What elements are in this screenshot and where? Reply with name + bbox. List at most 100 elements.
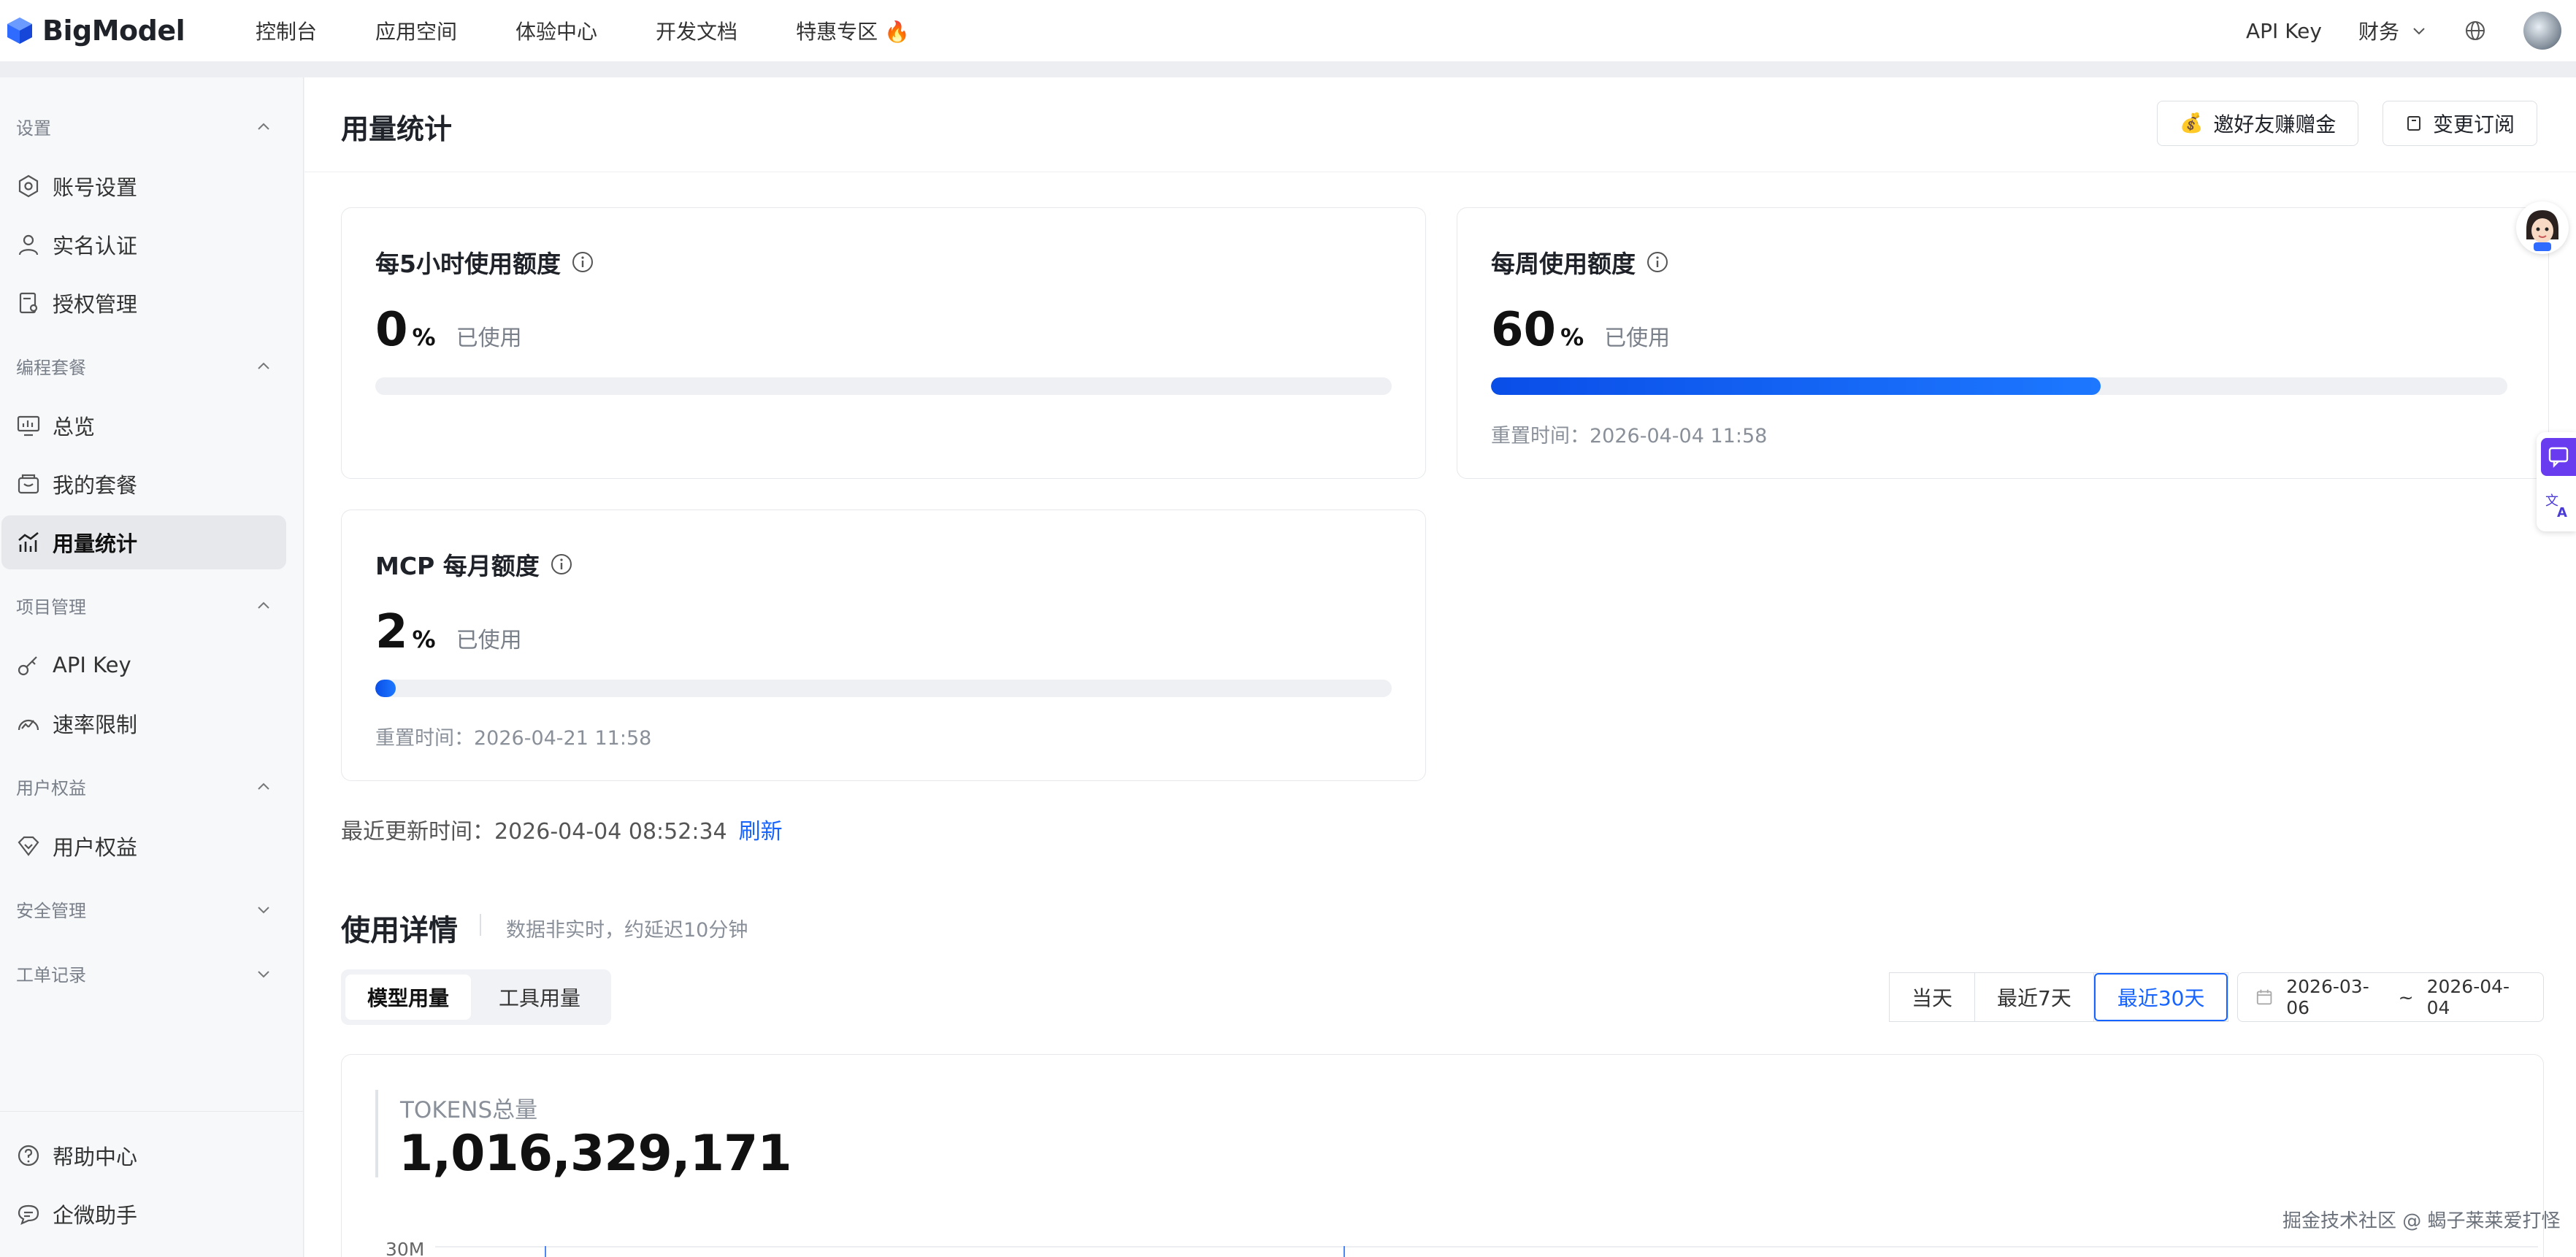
nav-deals[interactable]: 特惠专区 🔥 [796, 16, 910, 45]
section-title: 项目管理 [16, 597, 86, 618]
assistant-avatar[interactable] [2516, 201, 2569, 254]
hexagon-settings-icon [18, 174, 39, 198]
section-title: 工单记录 [16, 965, 86, 985]
assistant-face-icon [2518, 203, 2567, 253]
globe-icon[interactable] [2464, 19, 2487, 42]
feedback-icon [2548, 447, 2569, 468]
sidebar-section-settings[interactable]: 设置 [16, 114, 272, 139]
quota-card-title: 每5小时使用额度 [375, 245, 594, 280]
top-bar: BigModel 控制台 应用空间 体验中心 开发文档 特惠专区 🔥 API K… [0, 0, 2576, 61]
sidebar-section-security[interactable]: 安全管理 [16, 896, 272, 922]
brand-name: BigModel [42, 15, 185, 47]
card-title-text: 每5小时使用额度 [375, 250, 561, 278]
used-label: 已使用 [456, 326, 522, 351]
sidebar-item-user-benefits[interactable]: 用户权益 [1, 819, 286, 873]
sidebar-item-my-plan[interactable]: 我的套餐 [1, 457, 286, 511]
sidebar-item-label: 速率限制 [53, 712, 138, 737]
user-avatar[interactable] [2523, 12, 2561, 50]
sidebar-item-authorization[interactable]: 授权管理 [1, 276, 286, 330]
sidebar-item-overview[interactable]: 总览 [1, 399, 286, 453]
nav-experience[interactable]: 体验中心 [515, 16, 597, 45]
card-title-text: MCP 每月额度 [375, 552, 540, 580]
progress-bar [375, 377, 1392, 395]
sidebar-item-label: 我的套餐 [53, 473, 138, 498]
sidebar-section-tickets[interactable]: 工单记录 [16, 961, 272, 986]
finance-menu[interactable]: 财务 [2358, 16, 2427, 45]
monitor-chart-icon [17, 415, 40, 437]
section-title: 设置 [16, 118, 51, 139]
change-subscription-button[interactable]: 变更订阅 [2383, 101, 2538, 146]
chevron-down-icon [2413, 28, 2425, 35]
info-icon[interactable] [571, 250, 594, 274]
tab-model-usage[interactable]: 模型用量 [345, 975, 472, 1020]
last-updated-text: 最近更新时间：2026-04-04 08:52:34 [341, 819, 727, 845]
date-range-picker[interactable]: 2026-03-06 ~ 2026-04-04 [2237, 972, 2544, 1022]
card-title-text: 每周使用额度 [1491, 250, 1636, 278]
brand-logo[interactable]: BigModel [6, 15, 185, 47]
chart-gridline [435, 1246, 2538, 1248]
quota-card-weekly: 每周使用额度 60 % 已使用 重置时间：2026-04-04 11:58 [1457, 207, 2549, 479]
sidebar-section-coding-plan[interactable]: 编程套餐 [16, 353, 272, 379]
usage-type-tabs: 模型用量 工具用量 [341, 969, 611, 1025]
sidebar-section-project-mgmt[interactable]: 项目管理 [16, 593, 272, 618]
invite-friends-button[interactable]: 💰 邀好友赚赠金 [2157, 101, 2359, 146]
quota-percent: 2 % 已使用 [375, 605, 522, 659]
page-header: 用量统计 💰 邀好友赚赠金 变更订阅 [304, 77, 2576, 172]
sidebar-item-api-key[interactable]: API Key [1, 638, 286, 692]
nav-app-space[interactable]: 应用空间 [375, 16, 457, 45]
user-icon [18, 234, 39, 255]
chevron-up-icon [258, 601, 269, 609]
invite-button-label: 邀好友赚赠金 [2213, 112, 2337, 137]
quota-percent: 60 % 已使用 [1491, 303, 1670, 357]
chevron-up-icon [258, 362, 269, 369]
sidebar-section-user-benefits[interactable]: 用户权益 [16, 774, 272, 799]
end-date: 2026-04-04 [2426, 976, 2510, 1018]
api-key-link[interactable]: API Key [2246, 19, 2322, 43]
percent-value: 0 [375, 303, 408, 357]
info-icon[interactable] [550, 553, 573, 576]
quota-card-title: 每周使用额度 [1491, 245, 1669, 280]
sidebar: 设置 账号设置 实名认证 授权管理 编程套餐 总览 我的套餐 用量统计 项目管理… [0, 77, 304, 1257]
bookmark-icon [2407, 116, 2420, 131]
translate-icon[interactable]: 文A [2544, 489, 2573, 521]
sidebar-item-real-name[interactable]: 实名认证 [1, 218, 286, 272]
sidebar-item-label: API Key [53, 653, 131, 677]
feedback-button[interactable] [2541, 438, 2576, 476]
progress-fill [375, 680, 396, 697]
logo-cube-icon [7, 18, 32, 44]
percent-value: 60 [1491, 303, 1557, 357]
chevron-up-icon [258, 783, 269, 790]
diamond-icon [18, 836, 39, 856]
sidebar-item-account-settings[interactable]: 账号设置 [1, 159, 286, 213]
sidebar-item-label: 授权管理 [53, 292, 138, 317]
date-separator: ~ [2398, 986, 2414, 1008]
title-separator [480, 914, 481, 936]
quota-card-title: MCP 每月额度 [375, 547, 573, 582]
used-label: 已使用 [1604, 326, 1671, 351]
refresh-link[interactable]: 刷新 [739, 813, 783, 845]
sidebar-item-rate-limit[interactable]: 速率限制 [1, 696, 286, 750]
range-today-button[interactable]: 当天 [1890, 973, 1976, 1021]
info-icon[interactable] [1646, 250, 1669, 274]
quota-card-5h: 每5小时使用额度 0 % 已使用 [341, 207, 1426, 479]
header-divider [0, 61, 2576, 77]
nav-docs[interactable]: 开发文档 [656, 16, 737, 45]
floating-toolbar: 文A [2537, 432, 2576, 531]
sidebar-item-help-center[interactable]: 帮助中心 [1, 1129, 286, 1183]
clipboard-user-icon [19, 292, 38, 314]
nav-console[interactable]: 控制台 [256, 16, 317, 45]
usage-detail-title: 使用详情 [341, 914, 458, 947]
quota-card-mcp: MCP 每月额度 2 % 已使用 重置时间：2026-04-21 11:58 [341, 510, 1426, 781]
percent-unit: % [412, 323, 436, 351]
sidebar-item-usage-stats[interactable]: 用量统计 [1, 515, 286, 569]
range-7days-button[interactable]: 最近7天 [1975, 973, 2094, 1021]
date-range-selector: 当天 最近7天 最近30天 [1889, 972, 2229, 1022]
sidebar-item-label: 帮助中心 [53, 1145, 138, 1169]
bar-chart-icon [18, 531, 39, 552]
range-30days-button[interactable]: 最近30天 [2093, 973, 2228, 1021]
tab-tool-usage[interactable]: 工具用量 [477, 975, 602, 1020]
chevron-up-icon [258, 123, 269, 130]
sidebar-item-wecom-assistant[interactable]: 企微助手 [1, 1187, 286, 1241]
sidebar-item-label: 用户权益 [53, 835, 138, 860]
sidebar-item-label: 总览 [53, 415, 96, 439]
